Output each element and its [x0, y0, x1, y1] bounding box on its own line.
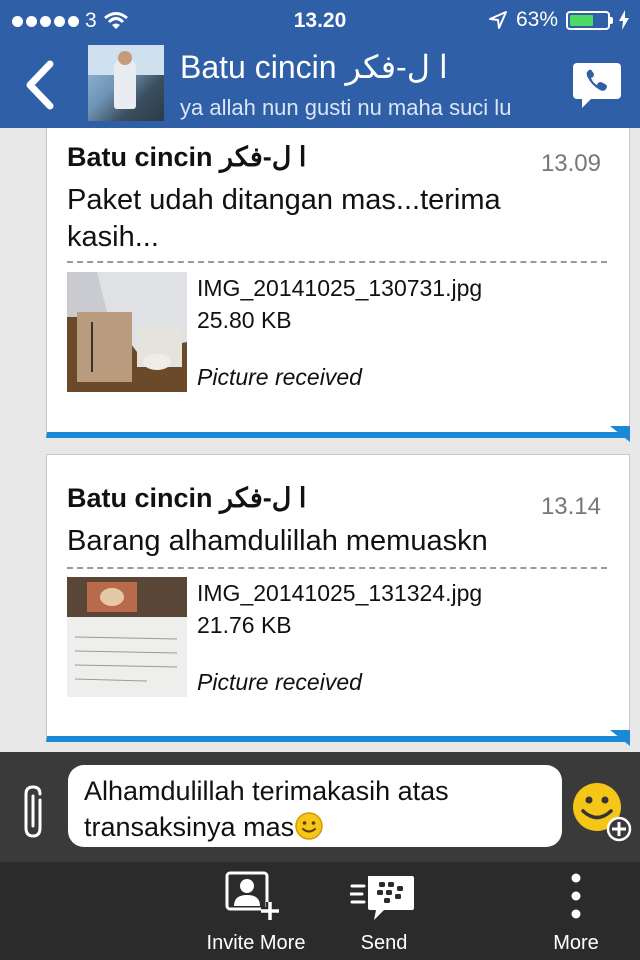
divider [67, 261, 607, 263]
more-label: More [553, 932, 599, 954]
add-emoji-icon[interactable] [570, 780, 632, 842]
status-bar: 3 13.20 63% [0, 0, 640, 40]
charging-icon [619, 10, 629, 30]
attachment-filename: IMG_20141025_130731.jpg [197, 275, 483, 301]
message-text: Barang alhamdulillah memuaskn [67, 525, 488, 557]
more-dots-icon [571, 873, 581, 919]
bottom-toolbar: Invite More Send More [0, 862, 640, 960]
send-label: Send [360, 932, 408, 954]
message-time: 13.09 [540, 150, 601, 177]
attachment-status: Picture received [197, 669, 362, 695]
message-time: 13.14 [540, 493, 601, 520]
message-input[interactable]: Alhamdulillah terimakasih atas transaksi… [68, 765, 562, 847]
divider [67, 567, 607, 569]
paperclip-icon[interactable] [18, 782, 50, 842]
call-icon[interactable] [572, 62, 622, 110]
contact-name[interactable]: Batu cincin ا ل-فكر [180, 48, 448, 86]
message-sender: Batu cincin ا ل-فكر [67, 483, 307, 513]
attachment-size: 25.80 KB [197, 307, 292, 333]
invite-more-icon [225, 871, 279, 920]
battery-icon [566, 10, 613, 30]
image-thumbnail[interactable] [67, 272, 187, 392]
bubble-tail [610, 730, 630, 746]
chat-header: 3 13.20 63% Batu cincin ا ل-فكر ya allah… [0, 0, 640, 128]
smiley-emoji-icon [295, 812, 323, 840]
image-thumbnail[interactable] [67, 577, 187, 697]
attachment-filename: IMG_20141025_131324.jpg [197, 580, 483, 606]
back-chevron-icon[interactable] [18, 58, 64, 112]
attachment-size: 21.76 KB [197, 612, 292, 638]
compose-bar: Alhamdulillah terimakasih atas transaksi… [0, 752, 640, 862]
more-button[interactable]: More [540, 862, 612, 960]
contact-status-message: ya allah nun gusti nu maha suci lu [180, 95, 512, 120]
invite-more-label: Invite More [206, 932, 306, 954]
attachment-status: Picture received [197, 364, 362, 390]
bubble-tail [610, 426, 630, 442]
message-bubble[interactable]: Batu cincin ا ل-فكر 13.14 Barang alhamdu… [46, 454, 630, 746]
invite-more-button[interactable]: Invite More [196, 862, 316, 960]
location-arrow-icon [488, 11, 507, 29]
avatar[interactable] [88, 45, 164, 121]
send-button[interactable]: Send [334, 862, 434, 960]
bbm-send-icon [350, 876, 414, 920]
message-text: Paket udah ditangan mas...terima kasih..… [67, 184, 501, 253]
message-sender: Batu cincin ا ل-فكر [67, 142, 307, 172]
message-input-text: Alhamdulillah terimakasih atas transaksi… [84, 776, 449, 842]
message-bubble[interactable]: Batu cincin ا ل-فكر 13.09 Paket udah dit… [46, 128, 630, 442]
attachment-info: IMG_20141025_130731.jpg 25.80 KB Picture… [197, 272, 482, 393]
status-right: 63% [488, 8, 630, 32]
battery-percent: 63% [515, 8, 558, 31]
attachment-info: IMG_20141025_131324.jpg 21.76 KB Picture… [197, 577, 482, 698]
